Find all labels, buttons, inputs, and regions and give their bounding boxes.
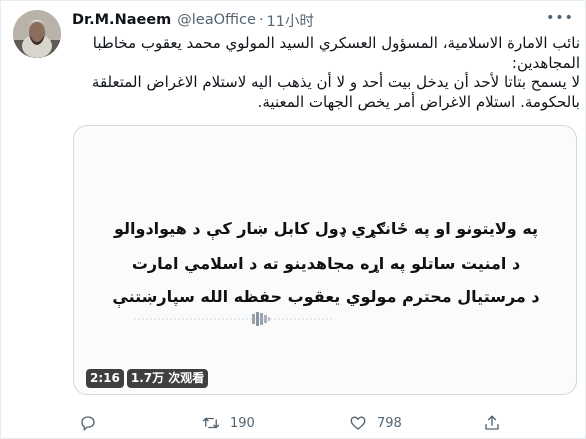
tweet-text-line: المجاهدين: xyxy=(511,53,580,72)
audio-waveform-icon xyxy=(134,312,334,326)
share-button[interactable] xyxy=(483,413,501,433)
tweet-text: نائب الامارة الاسلامية، المسؤول العسكري … xyxy=(72,34,580,112)
retweet-count: 190 xyxy=(230,415,255,431)
reply-icon xyxy=(81,416,95,431)
video-badges: 2:16 1.7万 次观看 xyxy=(86,369,209,388)
like-count: 798 xyxy=(377,415,402,431)
tweet-text-line: بالحكومة. استلام الاغراض أمر يخص الجهات … xyxy=(257,92,580,111)
like-button[interactable]: 798 xyxy=(349,413,402,433)
tweet-text-line: لا يسمح بتاتا لأحد أن يدخل بيت أحد و لا … xyxy=(91,73,580,91)
avatar[interactable] xyxy=(13,10,61,58)
tweet-header: Dr.M.Naeem @leaOffice · 11小时 xyxy=(72,10,314,30)
heart-icon xyxy=(350,416,366,430)
tweet-card[interactable]: Dr.M.Naeem @leaOffice · 11小时 ••• نائب ال… xyxy=(0,0,586,439)
video-views: 1.7万 次观看 xyxy=(126,369,209,388)
display-name[interactable]: Dr.M.Naeem xyxy=(72,12,171,28)
tweet-text-line: نائب الامارة الاسلامية، المسؤول العسكري … xyxy=(92,34,580,52)
retweet-button[interactable]: 190 xyxy=(202,413,255,433)
video-caption-line: د مرستيال محترم مولوي يعقوب حفظه الله سپ… xyxy=(112,287,540,306)
video-duration: 2:16 xyxy=(86,369,124,388)
user-handle[interactable]: @leaOffice xyxy=(177,12,256,28)
action-bar: 190 798 xyxy=(1,413,586,433)
more-dots-icon[interactable]: ••• xyxy=(546,9,573,27)
tweet-time[interactable]: 11小时 xyxy=(267,10,314,31)
avatar-image xyxy=(13,10,61,58)
header-separator: · xyxy=(258,12,264,28)
retweet-icon xyxy=(202,417,220,429)
video-caption-line: په ولايتونو او په ځانګړي ډول کابل ښار کې… xyxy=(113,219,539,238)
video-caption-line: د امنيت ساتلو په اړه مجاهدينو ته د اسلام… xyxy=(131,254,521,273)
reply-button[interactable] xyxy=(79,413,107,433)
video-player[interactable]: په ولايتونو او په ځانګړي ډول کابل ښار کې… xyxy=(73,125,577,395)
share-icon xyxy=(485,415,499,430)
